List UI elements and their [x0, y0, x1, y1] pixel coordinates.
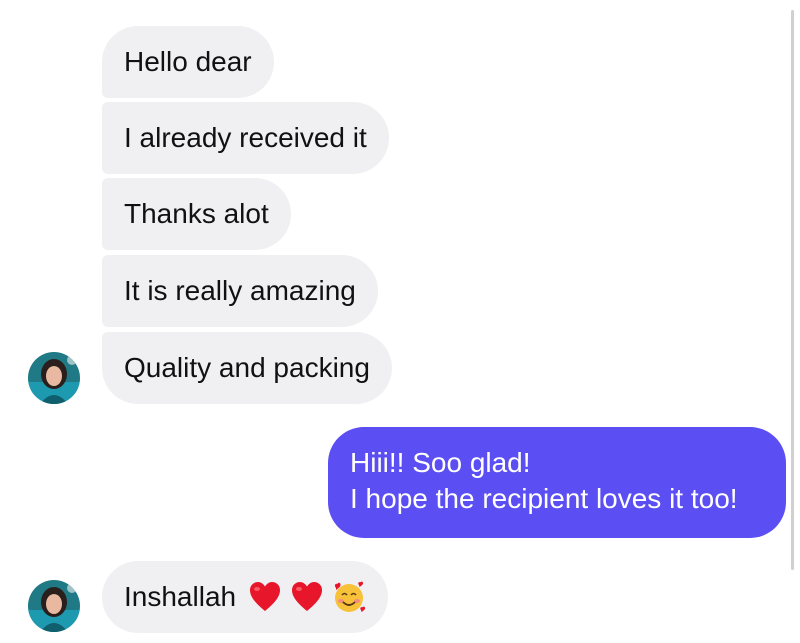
incoming-message-bubble[interactable]: Quality and packing [102, 332, 392, 404]
profile-photo-icon [28, 352, 80, 404]
message-text: Inshallah [124, 581, 237, 612]
sender-avatar[interactable] [28, 352, 80, 404]
incoming-message-bubble[interactable]: It is really amazing [102, 255, 378, 327]
message-text-line: Hiii!! Soo glad! [350, 447, 531, 478]
red-heart-icon [250, 582, 281, 611]
scrollbar-thumb[interactable] [791, 10, 794, 570]
scrollbar[interactable] [788, 0, 800, 643]
message-text-line: I hope the recipient loves it too! [350, 483, 738, 514]
profile-photo-icon [28, 580, 80, 632]
smiling-face-with-hearts-icon [335, 581, 366, 612]
sender-avatar[interactable] [28, 580, 80, 632]
message-text: It is really amazing [124, 275, 356, 306]
incoming-message-bubble[interactable]: Inshallah [102, 561, 389, 633]
outgoing-message-bubble[interactable]: Hiii!! Soo glad! I hope the recipient lo… [328, 427, 786, 538]
message-text: Quality and packing [124, 352, 370, 383]
message-text: Hello dear [124, 46, 252, 77]
red-heart-icon [292, 582, 323, 611]
emoji-group [248, 580, 366, 614]
incoming-message-bubble[interactable]: Thanks alot [102, 178, 291, 250]
incoming-message-bubble[interactable]: I already received it [102, 102, 389, 174]
message-text: Thanks alot [124, 198, 269, 229]
message-text: I already received it [124, 122, 367, 153]
incoming-message-bubble[interactable]: Hello dear [102, 26, 274, 98]
